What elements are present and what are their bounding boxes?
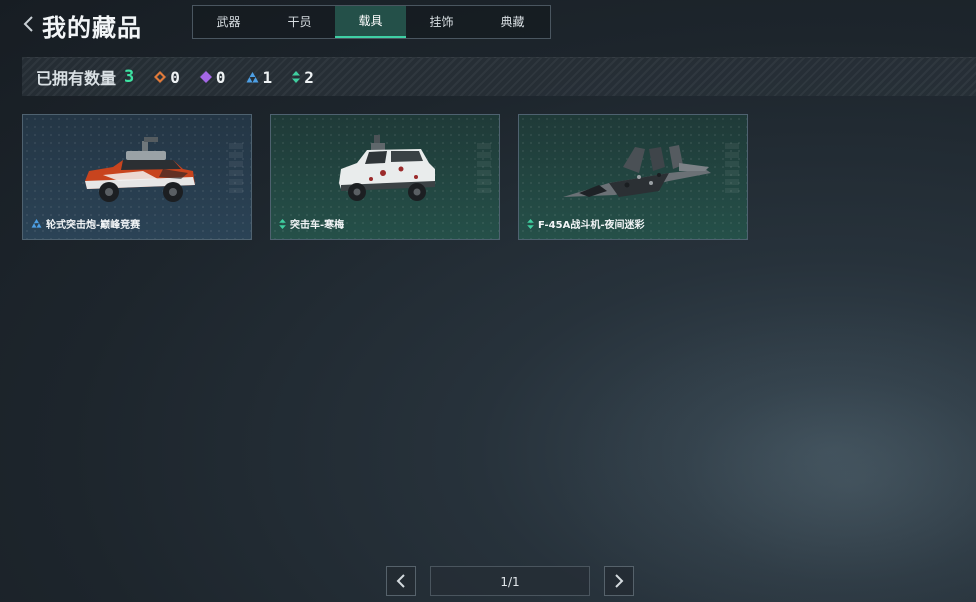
page-title: 我的藏品 xyxy=(42,14,142,42)
green-double-arrow-icon xyxy=(292,71,301,83)
tab-charms[interactable]: 挂饰 xyxy=(406,6,477,38)
owned-count: 3 xyxy=(124,67,135,87)
prev-page-button[interactable] xyxy=(386,566,416,596)
back-button[interactable] xyxy=(20,12,38,36)
rarity-green: 2 xyxy=(292,68,314,87)
chevron-left-icon xyxy=(396,574,405,588)
rarity-blue: 1 xyxy=(246,67,273,87)
rarity-orange: 0 xyxy=(154,68,180,87)
tab-vehicles[interactable]: 载具 xyxy=(335,6,406,38)
background-mist xyxy=(556,302,976,602)
rarity-blue-count: 1 xyxy=(262,67,273,87)
purple-diamond-icon xyxy=(199,71,212,83)
collection-item-name: 突击车-寒梅 xyxy=(290,220,345,231)
blue-triangle-cluster-icon xyxy=(31,219,42,228)
orange-diamond-icon xyxy=(154,71,167,83)
aircraft-image-camo-fighter-jet xyxy=(563,145,711,197)
rarity-purple-count: 0 xyxy=(215,67,226,87)
blue-triangle-cluster-icon xyxy=(246,71,259,82)
category-tabs: 武器 干员 载具 挂饰 典藏 xyxy=(192,5,551,39)
collection-item-name: F-45A战斗机-夜间迷彩 xyxy=(538,220,645,231)
chevron-left-icon xyxy=(23,16,33,32)
vehicle-image-white-armored-car xyxy=(339,135,435,201)
collection-card[interactable]: 突击车-寒梅 xyxy=(270,114,500,240)
collection-card[interactable]: F-45A战斗机-夜间迷彩 xyxy=(518,114,748,240)
tab-collection[interactable]: 典藏 xyxy=(477,6,548,38)
collection-card[interactable]: 轮式突击炮-巅峰竞赛 xyxy=(22,114,252,240)
collection-item-name: 轮式突击炮-巅峰竞赛 xyxy=(46,220,141,231)
green-double-arrow-icon xyxy=(527,218,534,229)
tab-operators[interactable]: 干员 xyxy=(264,6,335,38)
green-double-arrow-icon xyxy=(279,218,286,229)
ownership-stats-bar: 已拥有数量 3 0 0 1 2 xyxy=(22,57,976,96)
tab-weapons[interactable]: 武器 xyxy=(193,6,264,38)
page-indicator: 1/1 xyxy=(430,566,590,596)
rarity-orange-count: 0 xyxy=(170,67,180,87)
header: 我的藏品 武器 干员 载具 挂饰 典藏 xyxy=(0,0,976,50)
next-page-button[interactable] xyxy=(604,566,634,596)
chevron-right-icon xyxy=(615,574,624,588)
rarity-purple: 0 xyxy=(199,67,226,87)
owned-label: 已拥有数量 xyxy=(36,69,117,88)
rarity-green-count: 2 xyxy=(304,67,314,87)
vehicle-image-red-truck xyxy=(85,137,195,202)
